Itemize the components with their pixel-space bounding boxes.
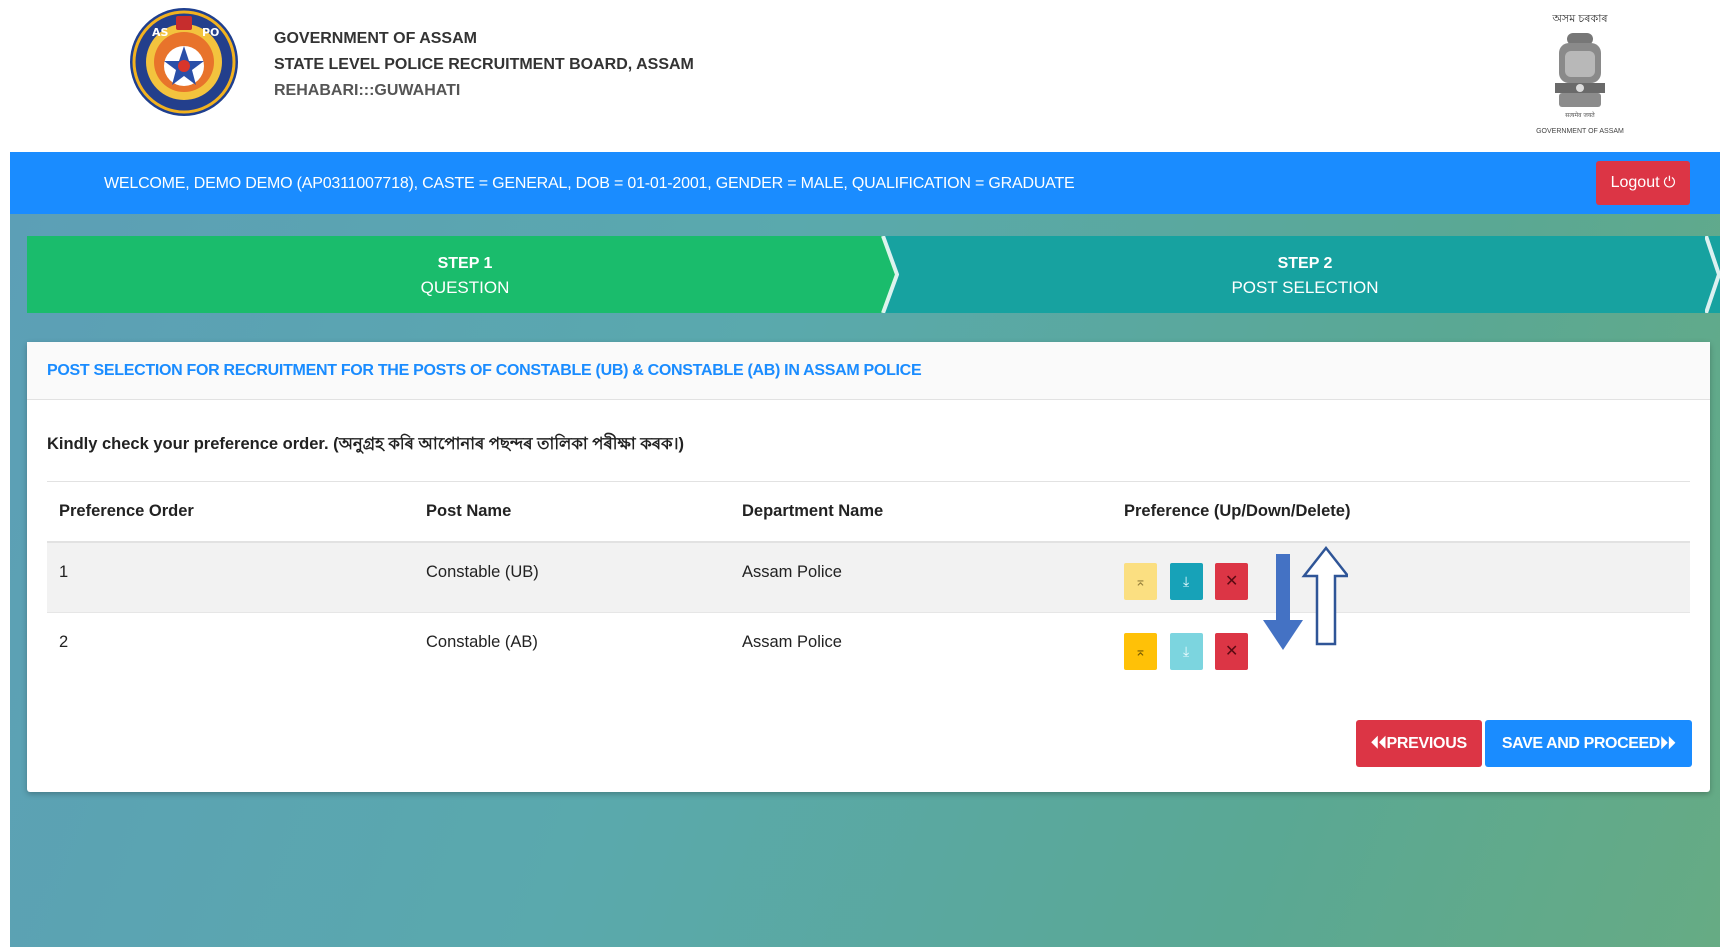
header-preference-order: Preference Order — [47, 482, 414, 543]
cell-actions: ⌅ ⤓ ✕ — [1112, 542, 1690, 613]
step-end-chevron — [1705, 236, 1720, 313]
close-icon: ✕ — [1224, 573, 1239, 590]
cell-post: Constable (AB) — [426, 632, 538, 651]
assam-police-logo-icon: AS PO — [130, 8, 238, 116]
organization-name: GOVERNMENT OF ASSAM STATE LEVEL POLICE R… — [274, 26, 694, 104]
step-progress: STEP 1 QUESTION STEP 2 POST SELECTION — [27, 236, 1720, 313]
delete-button[interactable]: ✕ — [1215, 632, 1249, 670]
save-and-proceed-button[interactable]: SAVE AND PROCEED⏵⏵ — [1485, 720, 1692, 767]
power-icon: ⏻ — [1663, 174, 1676, 191]
step-2-name: POST SELECTION — [1231, 278, 1379, 297]
table-header-row: Preference Order Post Name Department Na… — [47, 482, 1690, 543]
cell-order: 1 — [47, 542, 414, 613]
close-icon: ✕ — [1224, 642, 1239, 660]
step-2-label: STEP 2 POST SELECTION — [1155, 252, 1455, 300]
welcome-text: WELCOME, DEMO DEMO (AP0311007718), CASTE… — [104, 175, 1075, 192]
instruction-text: Kindly check your preference order. (অনু… — [47, 435, 684, 453]
cell-post: Constable (UB) — [414, 542, 730, 613]
svg-text:PO: PO — [202, 26, 219, 39]
cell-department: Assam Police — [730, 542, 1112, 613]
move-down-button[interactable]: ⤓ — [1169, 563, 1203, 600]
arrow-down-to-bottom-icon: ⤓ — [1182, 573, 1190, 589]
header-department-name: Department Name — [730, 482, 1112, 543]
svg-text:सत्यमेव जयते: सत्यमेव जयते — [1565, 111, 1595, 119]
step-divider-chevron — [881, 236, 899, 313]
logout-label: Logout — [1610, 174, 1660, 191]
up-down-arrows-icon — [1263, 545, 1348, 650]
move-up-button[interactable]: ⌅ — [1124, 563, 1157, 600]
cell-department: Assam Police — [742, 632, 842, 651]
previous-button[interactable]: ⏴⏴PREVIOUS — [1356, 720, 1482, 767]
move-down-button[interactable]: ⤓ — [1169, 632, 1203, 670]
header-post-name: Post Name — [414, 482, 730, 543]
svg-text:AS: AS — [152, 26, 169, 39]
step-1-label: STEP 1 QUESTION — [315, 252, 615, 300]
step-2-number: STEP 2 — [1277, 255, 1333, 272]
preference-table: Preference Order Post Name Department Na… — [47, 482, 1690, 682]
arrow-up-to-top-icon: ⌅ — [1134, 573, 1147, 589]
government-emblem: অসম চৰকাৰ सत्यमेव जयते GOVERNMENT OF ASS… — [1520, 10, 1640, 140]
page-header: AS PO GOVERNMENT OF ASSAM STATE LEVEL PO… — [0, 0, 1720, 152]
delete-button[interactable]: ✕ — [1215, 563, 1249, 600]
table-row: 1 Constable (UB) Assam Police ⌅ ⤓ ✕ — [47, 542, 1690, 613]
arrow-down-to-bottom-icon: ⤓ — [1182, 642, 1190, 659]
national-emblem-icon: सत्यमेव जयते — [1555, 33, 1605, 119]
header-preference-actions: Preference (Up/Down/Delete) — [1112, 482, 1690, 543]
arrow-up-to-top-icon: ⌅ — [1134, 642, 1147, 659]
panel-title: POST SELECTION FOR RECRUITMENT FOR THE P… — [47, 362, 922, 379]
cell-actions: ⌅ ⤓ ✕ — [1112, 612, 1690, 682]
table-row: 2 Constable (AB) Assam Police ⌅ ⤓ ✕ — [47, 612, 1690, 682]
step-1-name: QUESTION — [420, 278, 510, 297]
emblem-bottom-text: GOVERNMENT OF ASSAM — [1536, 128, 1624, 135]
panel-heading: POST SELECTION FOR RECRUITMENT FOR THE P… — [27, 342, 1710, 400]
step-1-number: STEP 1 — [437, 255, 493, 272]
logout-button[interactable]: Logout ⏻ — [1596, 161, 1690, 205]
org-line-3: REHABARI:::GUWAHATI — [274, 82, 461, 99]
cell-order: 2 — [59, 632, 69, 651]
org-line-1: GOVERNMENT OF ASSAM — [274, 30, 477, 47]
org-line-2: STATE LEVEL POLICE RECRUITMENT BOARD, AS… — [274, 56, 694, 73]
emblem-top-text: অসম চৰকাৰ — [1552, 13, 1608, 25]
welcome-bar: WELCOME, DEMO DEMO (AP0311007718), CASTE… — [10, 152, 1720, 214]
move-up-button[interactable]: ⌅ — [1124, 632, 1157, 670]
